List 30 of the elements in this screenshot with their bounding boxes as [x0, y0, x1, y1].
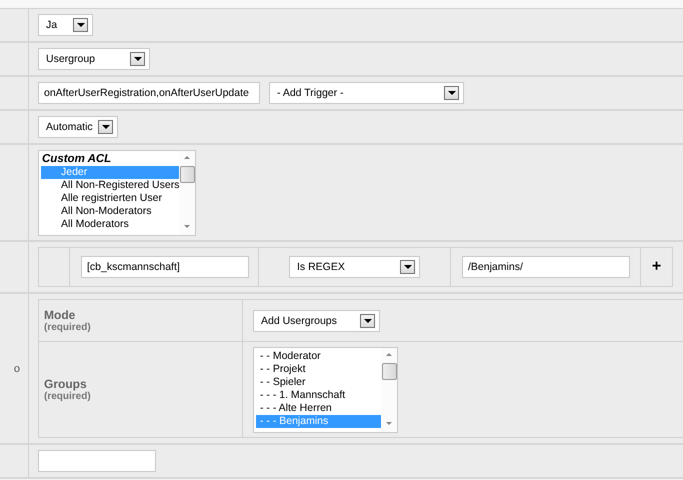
list-box[interactable]: - - Moderator - - Projekt - - Spieler - - - 1. Mannschaft - - - Alte Herren - - - Benjamins [253, 346, 398, 432]
scrollbar[interactable] [381, 348, 397, 432]
add-button[interactable]: + [641, 248, 672, 286]
field-label: Mode [44, 308, 76, 322]
list-option[interactable]: All Non-Moderators [41, 205, 180, 218]
text-field[interactable] [38, 450, 156, 472]
text-field[interactable]: [cb_kscmannschaft] [81, 256, 249, 278]
list-option[interactable]: - - Spieler [256, 376, 381, 388]
text-field[interactable]: onAfterUserRegistration,onAfterUserUpdate [38, 82, 260, 104]
list-option[interactable]: Alle registrierten User [41, 192, 180, 205]
list-option[interactable]: All Non-Registered Users [41, 179, 180, 192]
dropdown[interactable]: Usergroup [38, 48, 150, 70]
list-box[interactable]: Custom ACL Jeder All Non-Registered Users Alle registrierten User All Non-Moderators All Moderators [38, 150, 196, 236]
dropdown[interactable]: Is REGEX [289, 256, 420, 278]
field-label: Groups [44, 377, 88, 391]
dropdown[interactable]: - Add Trigger - [269, 82, 464, 104]
scrollbar[interactable] [179, 151, 195, 235]
dropdown[interactable]: Automatic [38, 116, 118, 138]
list-option[interactable]: - - Moderator [256, 350, 381, 362]
required-note: (required) [44, 391, 92, 402]
list-option[interactable]: - - Projekt [256, 362, 381, 376]
dropdown[interactable]: Ja [38, 14, 93, 36]
list-option[interactable]: Custom ACL [41, 153, 180, 166]
required-note: (required) [44, 322, 92, 333]
dropdown[interactable]: Add Usergroups [253, 310, 380, 332]
list-option[interactable]: All Moderators [41, 218, 180, 231]
list-option[interactable]: - - - 1. Mannschaft [256, 388, 381, 402]
list-option[interactable]: - - - Alte Herren [256, 402, 381, 414]
row-label: o [14, 362, 20, 374]
text-field[interactable]: /Benjamins/ [462, 256, 630, 278]
